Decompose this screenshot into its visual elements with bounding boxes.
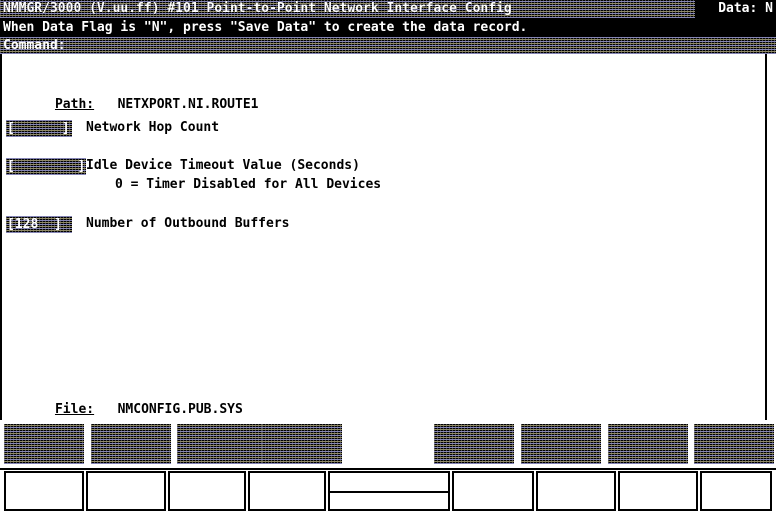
key-box-5-divider xyxy=(330,491,448,493)
softkey-goto-protocol[interactable]: Go To PROTOCOL xyxy=(4,424,84,464)
keyrow-top-rule xyxy=(0,468,776,470)
title-bar: NMMGR/3000 (V.uu.ff) #101 Point-to-Point… xyxy=(0,0,776,18)
message-line: When Data Flag is "N", press "Save Data"… xyxy=(0,18,776,37)
file-value: NMCONFIG.PUB.SYS xyxy=(117,402,243,417)
path-spacer xyxy=(94,97,117,112)
key-box-9[interactable] xyxy=(700,471,772,511)
idle-device-timeout-sublabel: 0 = Timer Disabled for All Devices xyxy=(115,177,382,192)
idle-device-timeout-input[interactable]: [ ] xyxy=(6,158,86,175)
key-box-4[interactable] xyxy=(248,471,326,511)
softkey-label-row: Go To PROTOCOL Go To LINK Go To INTERNET… xyxy=(0,424,776,466)
left-border-rule xyxy=(0,54,2,420)
softkey-save-data[interactable]: Save Data xyxy=(521,424,601,464)
key-box-5[interactable] xyxy=(328,471,450,511)
idle-device-timeout-label: Idle Device Timeout Value (Seconds) xyxy=(86,158,360,173)
command-input[interactable] xyxy=(0,37,776,54)
softkey-goto-internet[interactable]: Go To INTERNET xyxy=(177,424,263,464)
outbound-buffers-label: Number of Outbound Buffers xyxy=(86,216,290,231)
softkey-prior-screen-line1: Prior xyxy=(694,463,774,464)
path-value: NETXPORT.NI.ROUTE1 xyxy=(117,97,259,112)
command-line: Command: xyxy=(0,37,776,54)
softkey-goto-mapping[interactable]: Go To MAPPING xyxy=(262,424,342,464)
key-box-8[interactable] xyxy=(618,471,698,511)
data-flag-status: Data: N xyxy=(718,0,773,18)
terminal-screen: NMMGR/3000 (V.uu.ff) #101 Point-to-Point… xyxy=(0,0,776,514)
key-box-6[interactable] xyxy=(452,471,534,511)
softkey-goto-mapping-line1: Go To xyxy=(262,463,342,464)
softkey-goto-protocol-line1: Go To xyxy=(4,463,84,464)
file-spacer xyxy=(94,402,117,417)
page-title: NMMGR/3000 (V.uu.ff) #101 Point-to-Point… xyxy=(0,0,695,18)
outbound-buffers-input[interactable]: [128 ] xyxy=(6,216,72,233)
softkey-prior-screen[interactable]: Prior Screen xyxy=(694,424,774,464)
softkey-blank[interactable] xyxy=(434,424,514,464)
key-box-2[interactable] xyxy=(86,471,166,511)
path-label: Path: xyxy=(54,97,95,112)
network-hop-count-input[interactable]: [ ] xyxy=(6,120,72,137)
softkey-goto-link[interactable]: Go To LINK xyxy=(91,424,171,464)
softkey-goto-internet-line1: Go To xyxy=(177,463,263,464)
key-box-3[interactable] xyxy=(168,471,246,511)
function-key-row xyxy=(0,468,776,514)
right-border-rule xyxy=(765,54,767,420)
softkey-help[interactable]: Help xyxy=(608,424,688,464)
file-label: File: xyxy=(54,402,95,417)
network-hop-count-label: Network Hop Count xyxy=(86,120,220,135)
softkey-save-data-line1: Save xyxy=(521,463,601,464)
command-label: Command: xyxy=(3,38,66,53)
form-body: Path: NETXPORT.NI.ROUTE1 [ ] Network Hop… xyxy=(0,54,776,420)
key-box-7[interactable] xyxy=(536,471,616,511)
softkey-help-line1: Help xyxy=(608,463,688,464)
key-box-1[interactable] xyxy=(4,471,84,511)
softkey-goto-link-line1: Go To xyxy=(91,463,171,464)
